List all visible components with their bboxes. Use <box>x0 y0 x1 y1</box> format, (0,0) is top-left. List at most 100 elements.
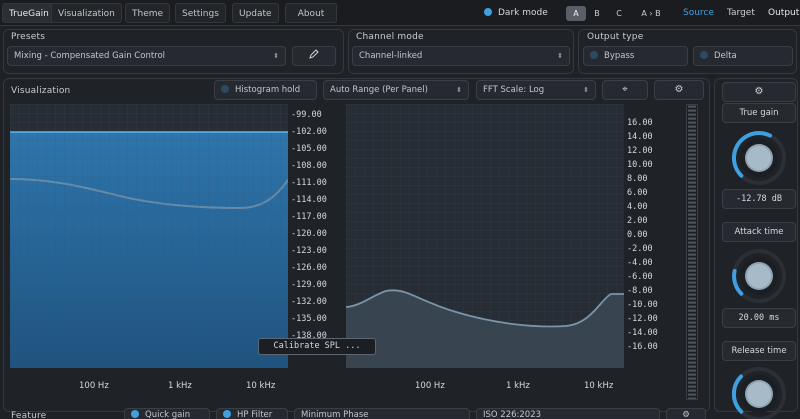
x-tick-label: 100 Hz <box>79 381 109 391</box>
hp-filter-label: HP Filter <box>237 410 273 419</box>
scale-label: -126.00 <box>291 263 327 273</box>
true-gain-knob[interactable] <box>729 128 789 188</box>
tab-update[interactable]: Update <box>232 3 279 23</box>
preset-edit-button[interactable] <box>292 46 336 66</box>
scale-label: -111.00 <box>291 178 327 188</box>
channel-mode-value: Channel-linked <box>359 51 423 61</box>
output-button[interactable]: Output <box>768 3 799 23</box>
attack-time-knob[interactable] <box>729 246 789 306</box>
phase-select[interactable]: Minimum Phase <box>294 408 470 419</box>
left-db-scale: -99.00 -102.00 -105.00 -108.00 -111.00 -… <box>291 104 341 368</box>
scale-label: -10.00 <box>627 300 658 310</box>
scale-label: -102.00 <box>291 127 327 137</box>
scale-label: 16.00 <box>627 118 653 128</box>
source-button[interactable]: Source <box>683 3 714 23</box>
target-button[interactable]: Target <box>727 3 755 23</box>
updown-icon: ⬍ <box>456 86 462 94</box>
knob-settings-button[interactable]: ⚙ <box>722 82 796 102</box>
scale-label: -108.00 <box>291 161 327 171</box>
true-gain-value[interactable]: -12.78 dB <box>722 189 796 209</box>
tab-about[interactable]: About <box>285 3 337 23</box>
scale-label: -117.00 <box>291 212 327 222</box>
histogram-hold-label: Histogram hold <box>235 85 301 95</box>
pencil-icon <box>309 49 319 59</box>
gear-icon: ⚙ <box>754 86 764 97</box>
scale-label: 14.00 <box>627 132 653 142</box>
ab-button-compare[interactable]: A › B <box>632 6 670 21</box>
gear-icon: ⚙ <box>674 84 684 95</box>
calibrate-spl-button[interactable]: Calibrate SPL ... <box>258 338 376 355</box>
crosshair-button[interactable]: ⌖ <box>602 80 648 100</box>
tab-truegain[interactable]: TrueGain <box>2 3 56 23</box>
toggle-dot-icon <box>223 410 231 418</box>
feature-title: Feature <box>11 411 47 419</box>
delta-label: Delta <box>714 51 737 61</box>
x-tick-label: 1 kHz <box>168 381 192 391</box>
x-tick-label: 100 Hz <box>415 381 445 391</box>
scale-label: 6.00 <box>627 188 648 198</box>
toggle-dot-icon <box>131 410 139 418</box>
x-tick-label: 10 kHz <box>584 381 614 391</box>
x-tick-label: 1 kHz <box>506 381 530 391</box>
scale-label: -132.00 <box>291 297 327 307</box>
release-time-label: Release time <box>722 341 796 361</box>
standard-value: ISO 226:2023 <box>483 410 542 419</box>
scale-label: 10.00 <box>627 160 653 170</box>
tab-theme[interactable]: Theme <box>125 3 171 23</box>
ab-button-b[interactable]: B <box>589 6 605 21</box>
hp-filter-toggle[interactable]: HP Filter <box>216 408 288 419</box>
visualization-settings-button[interactable]: ⚙ <box>654 80 704 100</box>
dark-mode-toggle[interactable]: Dark mode <box>484 3 548 23</box>
scale-label: -123.00 <box>291 246 327 256</box>
scale-label: -4.00 <box>627 258 653 268</box>
scale-label: 4.00 <box>627 202 648 212</box>
standard-select[interactable]: ISO 226:2023 <box>476 408 660 419</box>
bypass-toggle[interactable]: Bypass <box>583 46 688 66</box>
attack-time-value[interactable]: 20.00 ms <box>722 308 796 328</box>
scale-label: -129.00 <box>291 280 327 290</box>
presets-title: Presets <box>11 32 46 42</box>
tab-settings[interactable]: Settings <box>175 3 226 23</box>
scale-label: 12.00 <box>627 146 653 156</box>
output-type-title: Output type <box>587 32 644 42</box>
channel-mode-title: Channel mode <box>356 32 424 42</box>
level-meter-segments <box>687 105 697 399</box>
toggle-dot-icon <box>221 85 229 93</box>
range-mode-value: Auto Range (Per Panel) <box>330 85 428 95</box>
ab-button-a[interactable]: A <box>566 6 586 21</box>
scale-label: -99.00 <box>291 110 322 120</box>
scale-label: 8.00 <box>627 174 648 184</box>
spectrum-plot-right <box>346 104 624 368</box>
release-time-knob[interactable] <box>729 364 789 419</box>
level-meter <box>686 104 698 400</box>
scale-label: -6.00 <box>627 272 653 282</box>
toggle-dot-icon <box>700 51 708 59</box>
updown-icon: ⬍ <box>273 52 279 60</box>
scale-label: -120.00 <box>291 229 327 239</box>
x-tick-label: 10 kHz <box>246 381 276 391</box>
histogram-hold-toggle[interactable]: Histogram hold <box>214 80 317 100</box>
scale-label: 0.00 <box>627 230 648 240</box>
scale-label: -12.00 <box>627 314 658 324</box>
range-mode-select[interactable]: Auto Range (Per Panel) ⬍ <box>323 80 469 100</box>
spectrum-plot-left <box>10 104 288 368</box>
visualization-title: Visualization <box>11 86 71 96</box>
bypass-label: Bypass <box>604 51 635 61</box>
scale-label: -114.00 <box>291 195 327 205</box>
fft-scale-value: FFT Scale: Log <box>483 85 545 95</box>
scale-label: 2.00 <box>627 216 648 226</box>
tab-visualization[interactable]: Visualization <box>51 3 122 23</box>
updown-icon: ⬍ <box>583 86 589 94</box>
delta-toggle[interactable]: Delta <box>693 46 793 66</box>
preset-select[interactable]: Mixing - Compensated Gain Control ⬍ <box>7 46 286 66</box>
fft-scale-select[interactable]: FFT Scale: Log ⬍ <box>476 80 596 100</box>
bottom-settings-button[interactable]: ⚙ <box>666 408 706 419</box>
quick-gain-toggle[interactable]: Quick gain <box>124 408 210 419</box>
channel-mode-select[interactable]: Channel-linked ⬍ <box>352 46 570 66</box>
scale-label: -14.00 <box>627 328 658 338</box>
spectrum-left-graph <box>10 104 288 368</box>
toggle-dot-icon <box>484 8 492 16</box>
scale-label: -2.00 <box>627 244 653 254</box>
ab-button-c[interactable]: C <box>611 6 627 21</box>
top-bar: TrueGain Visualization Theme Settings Up… <box>0 0 800 26</box>
